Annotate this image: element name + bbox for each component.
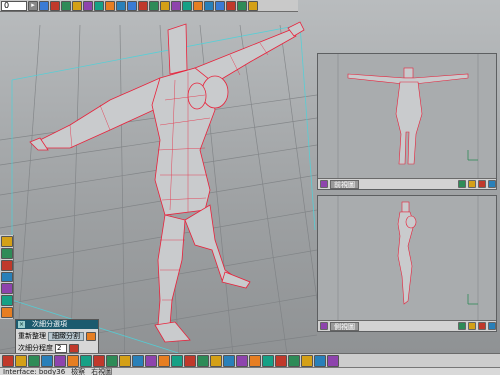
animate-icon[interactable] (249, 354, 261, 367)
side-view-canvas (337, 196, 479, 322)
record-icon[interactable] (226, 0, 236, 11)
object-tool-icon[interactable] (1, 236, 13, 247)
zoom-icon[interactable] (458, 180, 466, 188)
materials-icon[interactable] (105, 0, 115, 11)
mesh-edit-icon[interactable] (119, 354, 131, 367)
pan-icon[interactable] (468, 322, 476, 330)
frame-marker-icon[interactable]: ▸ (28, 0, 38, 11)
zoom-icon[interactable] (458, 322, 466, 330)
create-cylinder-icon[interactable] (28, 354, 40, 367)
view-status: 右視圖 (91, 368, 113, 375)
lights-icon[interactable] (182, 0, 192, 11)
side-view-label[interactable]: 側視圖 (330, 321, 359, 331)
settings-icon[interactable] (327, 354, 339, 367)
level-stepper-icon[interactable] (69, 343, 79, 353)
axis-gizmo (467, 294, 478, 305)
bend-icon[interactable] (184, 354, 196, 367)
scale-tool-icon[interactable] (1, 271, 13, 283)
select-icon[interactable] (158, 354, 170, 367)
top-toolbar: 0 ▸ (0, 0, 298, 12)
pan-icon[interactable] (468, 180, 476, 188)
front-figure (347, 67, 469, 165)
refresh-label: 重新整理 (18, 332, 46, 340)
materials-icon[interactable] (193, 0, 203, 11)
render-preview-icon[interactable] (301, 354, 313, 367)
shapes-icon[interactable] (204, 0, 214, 11)
bones-icon[interactable] (236, 354, 248, 367)
fit-view-icon[interactable] (488, 180, 496, 188)
view-type-icon[interactable] (320, 322, 328, 330)
deform-tool-icon[interactable] (1, 307, 13, 319)
front-view-label[interactable]: 前視圖 (330, 179, 359, 189)
extrude-icon[interactable] (93, 354, 105, 367)
create-box-icon[interactable] (2, 354, 14, 367)
front-view-canvas (337, 54, 479, 180)
view-type-icon[interactable] (320, 180, 328, 188)
keyframe-icon[interactable] (149, 0, 159, 11)
camera-icon[interactable] (72, 0, 82, 11)
record-icon[interactable] (50, 0, 60, 11)
refresh-row: 重新整理 細緻分割 (16, 329, 98, 341)
taper-icon[interactable] (210, 354, 222, 367)
lights-icon[interactable] (94, 0, 104, 11)
grid-icon[interactable] (262, 354, 274, 367)
twist-icon[interactable] (197, 354, 209, 367)
rotate-view-icon[interactable] (478, 180, 486, 188)
smooth-icon[interactable] (145, 354, 157, 367)
export-icon[interactable] (314, 354, 326, 367)
bottom-toolbar (0, 353, 500, 367)
create-plane-icon[interactable] (67, 354, 79, 367)
lathe-icon[interactable] (80, 354, 92, 367)
close-icon[interactable]: × (18, 321, 25, 328)
playback-controls-icon[interactable] (127, 0, 137, 11)
subdivide-icon[interactable] (132, 354, 144, 367)
side-view-toolbar: 側視圖 (318, 320, 496, 331)
fit-view-icon[interactable] (488, 322, 496, 330)
side-viewport[interactable]: 側視圖 (317, 195, 497, 332)
playback-controls-icon[interactable] (215, 0, 225, 11)
create-cone-icon[interactable] (41, 354, 53, 367)
subdivision-panel-title: × 次細分選項 (16, 320, 98, 329)
boolean-icon[interactable] (106, 354, 118, 367)
interface-status: Interface: body36 (3, 368, 66, 375)
keyframe-icon[interactable] (237, 0, 247, 11)
rotate-view-icon[interactable] (478, 322, 486, 330)
shapes-icon[interactable] (116, 0, 126, 11)
rotate-tool-icon[interactable] (1, 259, 13, 271)
skin-icon[interactable] (223, 354, 235, 367)
playback-controls-icon[interactable] (39, 0, 49, 11)
side-figure (397, 201, 417, 305)
paint-tool-icon[interactable] (1, 283, 13, 295)
record-icon[interactable] (138, 0, 148, 11)
level-label: 次細分程度 (18, 344, 53, 352)
texture-tool-icon[interactable] (1, 295, 13, 307)
view-icon[interactable] (288, 354, 300, 367)
weld-icon[interactable] (171, 354, 183, 367)
render-icon[interactable] (171, 0, 181, 11)
keyframe-icon[interactable] (61, 0, 71, 11)
level-row: 次細分程度 2 (16, 341, 98, 353)
mode-status: 檢察 (71, 368, 86, 375)
character-mesh (29, 21, 305, 343)
status-bar: Interface: body36 檢察 右視圖 (0, 367, 500, 375)
front-view-toolbar: 前視圖 (318, 178, 496, 189)
move-tool-icon[interactable] (1, 247, 13, 259)
camera-icon[interactable] (160, 0, 170, 11)
front-viewport[interactable]: 前視圖 (317, 53, 497, 190)
frame-field[interactable]: 0 (1, 0, 27, 11)
subdivision-level-input[interactable]: 2 (55, 343, 67, 353)
camera-icon[interactable] (248, 0, 258, 11)
refresh-icon[interactable] (86, 331, 96, 341)
render-icon[interactable] (83, 0, 93, 11)
create-torus-icon[interactable] (54, 354, 66, 367)
axis-gizmo (467, 150, 478, 161)
snap-icon[interactable] (275, 354, 287, 367)
create-sphere-icon[interactable] (15, 354, 27, 367)
fine-subdivide-button[interactable]: 細緻分割 (48, 331, 84, 341)
left-tool-dock (0, 235, 14, 319)
subdivision-title-text: 次細分選項 (32, 320, 67, 328)
